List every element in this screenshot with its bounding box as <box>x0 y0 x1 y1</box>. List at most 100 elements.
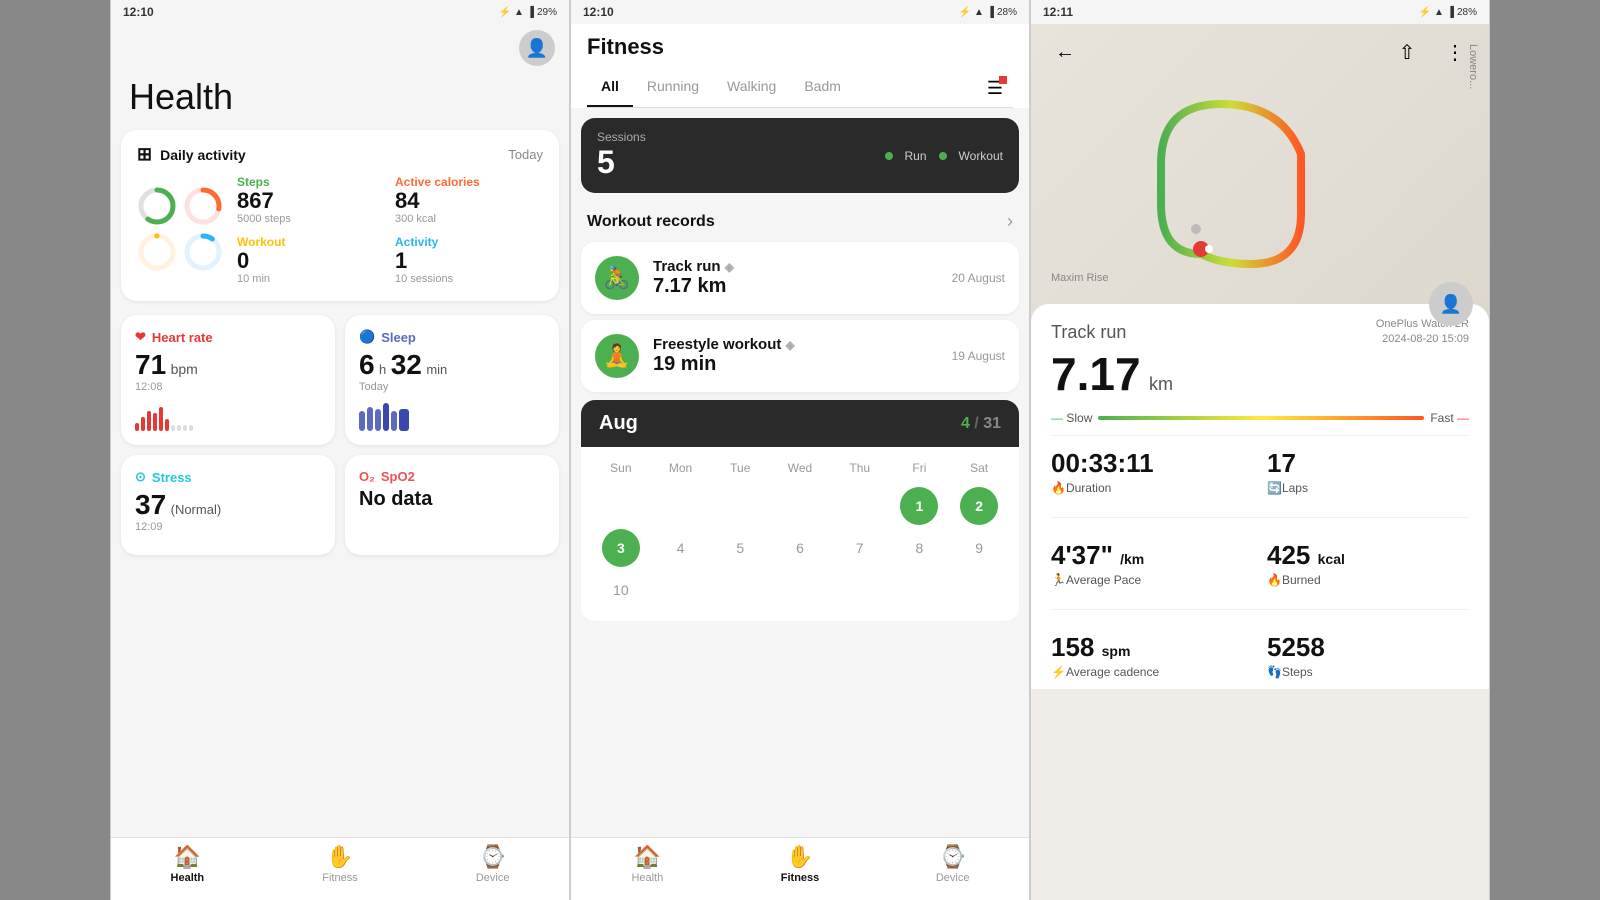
divider-1 <box>1051 435 1469 436</box>
road-label: Maxim Rise <box>1051 272 1108 284</box>
track-route-svg <box>1141 74 1341 294</box>
avatar[interactable]: 👤 <box>519 30 555 66</box>
detail-card: 👤 Track run 7.17 km OnePlus Watch 2R 202… <box>1031 304 1489 689</box>
sessions-info: Sessions 5 <box>597 130 646 181</box>
steps-icon: 👣 <box>1267 665 1282 679</box>
tab-badm[interactable]: Badm <box>790 70 855 107</box>
chevron-right-icon[interactable]: › <box>1007 211 1013 232</box>
activity-icon: ⊞ <box>137 144 152 165</box>
nav-device-2[interactable]: ⌚ Device <box>876 844 1029 884</box>
device-icon-2: ⌚ <box>939 844 966 870</box>
cal-day-6[interactable]: 6 <box>781 529 819 567</box>
day-sun: Sun <box>591 457 651 479</box>
workout-record-1[interactable]: 🚴 Track run ◈ 7.17 km 20 August <box>581 242 1019 314</box>
cal-day-5[interactable]: 5 <box>721 529 759 567</box>
cal-day-4[interactable]: 4 <box>662 529 700 567</box>
nav-fitness-2[interactable]: ✋ Fitness <box>724 844 877 884</box>
tab-menu[interactable]: ☰ <box>977 70 1013 107</box>
fitness-title: Fitness <box>587 34 1013 60</box>
tab-all[interactable]: All <box>587 70 633 107</box>
share-button[interactable]: ⇧ <box>1389 34 1425 70</box>
cal-day-3[interactable]: 3 <box>602 529 640 567</box>
heart-rate-value: 71 bpm <box>135 349 321 381</box>
back-button[interactable]: ← <box>1047 34 1083 70</box>
workout-records-row: Workout records › <box>571 201 1029 238</box>
track-run-info: Track run ◈ 7.17 km <box>653 258 938 298</box>
wifi-icon: ▲ <box>514 7 524 18</box>
cal-empty-5 <box>841 487 879 525</box>
more-button[interactable]: ⋮ <box>1437 34 1473 70</box>
nav-health[interactable]: 🏠 Health <box>111 844 264 884</box>
stress-card[interactable]: ⊙ Stress 37 (Normal) 12:09 <box>121 455 335 555</box>
cal-day-9[interactable]: 9 <box>960 529 998 567</box>
freestyle-icon: 🧘 <box>595 334 639 378</box>
cal-empty-4 <box>781 487 819 525</box>
bluetooth-icon: ⚡ <box>499 7 511 18</box>
sessions-card: Sessions 5 Run Workout <box>581 118 1019 193</box>
stat-duration: 00:33:11 🔥Duration <box>1051 448 1253 495</box>
fitness-icon: ✋ <box>326 844 353 870</box>
time-3: 12:11 <box>1043 5 1073 19</box>
divider-3 <box>1051 609 1469 610</box>
phone-health: 12:10 ⚡ ▲ ▐ 29% 👤 Health ⊞ Daily activit… <box>110 0 570 900</box>
calendar-header: Aug 4 / 31 <box>581 400 1019 447</box>
cal-day-2[interactable]: 2 <box>960 487 998 525</box>
bottom-nav-2: 🏠 Health ✋ Fitness ⌚ Device <box>571 837 1029 900</box>
status-icons-3: ⚡ ▲ ▐ 28% <box>1419 7 1477 18</box>
sleep-value: 6 h 32 min <box>359 349 545 381</box>
steps-stat: Steps 867 5000 steps <box>237 175 385 225</box>
calendar-days-header: Sun Mon Tue Wed Thu Fri Sat <box>591 457 1009 479</box>
phone-track-detail: 12:11 ⚡ ▲ ▐ 28% ← ⇧ ⋮ Maxim Rise Lowero.… <box>1030 0 1490 900</box>
nav-device[interactable]: ⌚ Device <box>416 844 569 884</box>
tab-running[interactable]: Running <box>633 70 713 107</box>
day-sat: Sat <box>949 457 1009 479</box>
sleep-chart <box>359 401 545 431</box>
pace-fast: Fast — <box>1430 411 1469 425</box>
cal-day-7[interactable]: 7 <box>841 529 879 567</box>
workout-stat: Workout 0 10 min <box>237 235 385 285</box>
bluetooth-icon-3: ⚡ <box>1419 7 1431 18</box>
signal-icon-3: ▐ <box>1447 7 1454 18</box>
sleep-icon: 🔵 <box>359 329 375 345</box>
map-area: ← ⇧ ⋮ Maxim Rise Lowero... <box>1031 24 1489 324</box>
phone-fitness: 12:10 ⚡ ▲ ▐ 28% Fitness All Running Walk… <box>570 0 1030 900</box>
stat-laps: 17 🔄Laps <box>1267 448 1469 495</box>
stat-cadence: 158 spm ⚡Average cadence <box>1051 632 1253 679</box>
detail-distance: 7.17 <box>1051 348 1141 400</box>
spo2-card[interactable]: O₂ SpO2 No data <box>345 455 559 555</box>
freestyle-info: Freestyle workout ◈ 19 min <box>653 336 938 376</box>
activity-ring <box>183 232 223 272</box>
burned-icon: 🔥 <box>1267 573 1282 587</box>
stat-burned: 425 kcal 🔥Burned <box>1267 540 1469 587</box>
time-2: 12:10 <box>583 5 614 19</box>
workout-record-2[interactable]: 🧘 Freestyle workout ◈ 19 min 19 August <box>581 320 1019 392</box>
laps-icon: 🔄 <box>1267 481 1282 495</box>
spo2-value: No data <box>359 488 545 511</box>
daily-activity-header: ⊞ Daily activity Today <box>137 144 543 165</box>
heart-rate-card[interactable]: ❤ Heart rate 71 bpm 12:08 <box>121 315 335 445</box>
stats-grid: 00:33:11 🔥Duration 17 🔄Laps 4'37" /km 🏃A… <box>1051 448 1469 679</box>
day-wed: Wed <box>770 457 830 479</box>
home-icon-2: 🏠 <box>634 844 661 870</box>
nav-fitness[interactable]: ✋ Fitness <box>264 844 417 884</box>
sleep-card[interactable]: 🔵 Sleep 6 h 32 min Today <box>345 315 559 445</box>
workout-ring <box>137 232 177 272</box>
cal-day-10[interactable]: 10 <box>602 571 640 609</box>
workout-records-title: Workout records <box>587 213 715 231</box>
wifi-icon-3: ▲ <box>1434 7 1444 18</box>
status-bar-2: 12:10 ⚡ ▲ ▐ 28% <box>571 0 1029 24</box>
calories-stat: Active calories 84 300 kcal <box>395 175 543 225</box>
cal-day-8[interactable]: 8 <box>900 529 938 567</box>
stat-steps: 5258 👣Steps <box>1267 632 1469 679</box>
cal-day-1[interactable]: 1 <box>900 487 938 525</box>
status-bar-3: 12:11 ⚡ ▲ ▐ 28% <box>1031 0 1489 24</box>
nav-health-2[interactable]: 🏠 Health <box>571 844 724 884</box>
workout-calendar: Aug 4 / 31 Sun Mon Tue Wed Thu Fri Sat <box>581 400 1019 621</box>
tab-walking[interactable]: Walking <box>713 70 790 107</box>
status-icons-1: ⚡ ▲ ▐ 29% <box>499 7 557 18</box>
cadence-icon: ⚡ <box>1051 665 1066 679</box>
cal-empty-2 <box>662 487 700 525</box>
detail-unit: km <box>1149 374 1173 394</box>
pace-bar: — Slow Fast — <box>1051 411 1469 425</box>
signal-icon: ▐ <box>527 7 534 18</box>
